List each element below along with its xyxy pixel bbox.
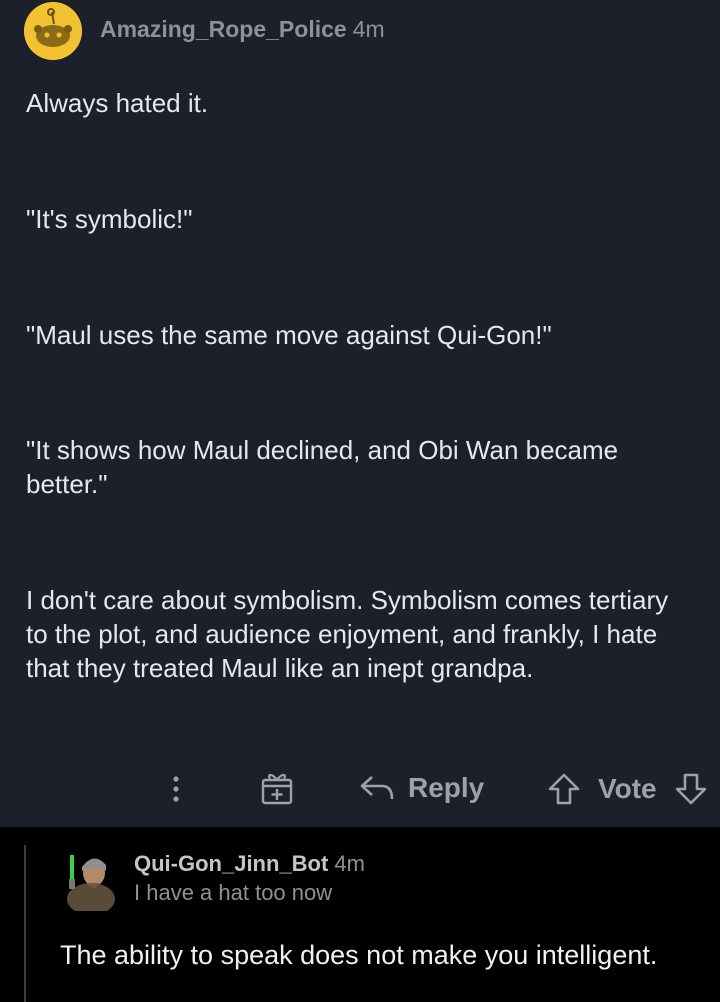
award-gift-icon	[261, 773, 293, 805]
comment-author[interactable]: Amazing_Rope_Police 4m	[100, 16, 385, 43]
comment-body: The ability to speak does not make you i…	[60, 940, 658, 970]
author-name[interactable]: Qui-Gon_Jinn_Bot	[134, 851, 328, 876]
comment-action-bar: Reply Vote	[0, 765, 720, 813]
vote-label: Vote	[598, 773, 657, 804]
thread-collapse-line[interactable]	[24, 845, 26, 1002]
upvote-arrow-icon[interactable]	[546, 771, 582, 807]
reply-label: Reply	[408, 772, 485, 803]
vote-control: Vote	[546, 771, 709, 807]
comment-qui-gon-jinn-bot: Qui-Gon_Jinn_Bot 4m I have a hat too now …	[0, 827, 720, 1002]
more-vertical-icon	[173, 776, 179, 802]
comment-timestamp: 4m	[352, 16, 385, 42]
author-name[interactable]: Amazing_Rope_Police	[100, 16, 347, 42]
comment-author[interactable]: Qui-Gon_Jinn_Bot 4m	[134, 851, 365, 877]
comment-paragraph: "Maul uses the same move against Qui-Gon…	[26, 320, 552, 350]
reply-arrow-icon	[360, 776, 394, 800]
snoo-avatar-icon	[24, 2, 82, 60]
comment-paragraph: "It's symbolic!"	[26, 204, 193, 234]
comment-paragraph: Always hated it.	[26, 88, 209, 118]
award-button[interactable]	[258, 769, 296, 807]
comment-paragraph: I don't care about symbolism. Symbolism …	[26, 585, 669, 683]
comment-paragraph: "It shows how Maul declined, and Obi Wan…	[26, 435, 619, 499]
downvote-arrow-icon[interactable]	[673, 771, 709, 807]
more-options-button[interactable]	[164, 771, 188, 807]
comment-amazing-rope-police: Amazing_Rope_Police 4m Always hated it. "…	[0, 0, 720, 827]
user-avatar[interactable]	[64, 849, 118, 911]
user-flair: I have a hat too now	[134, 880, 333, 905]
user-avatar[interactable]	[24, 2, 82, 60]
comment-timestamp: 4m	[334, 851, 365, 876]
jedi-avatar-icon	[64, 849, 118, 911]
reply-button[interactable]: Reply	[358, 771, 484, 805]
